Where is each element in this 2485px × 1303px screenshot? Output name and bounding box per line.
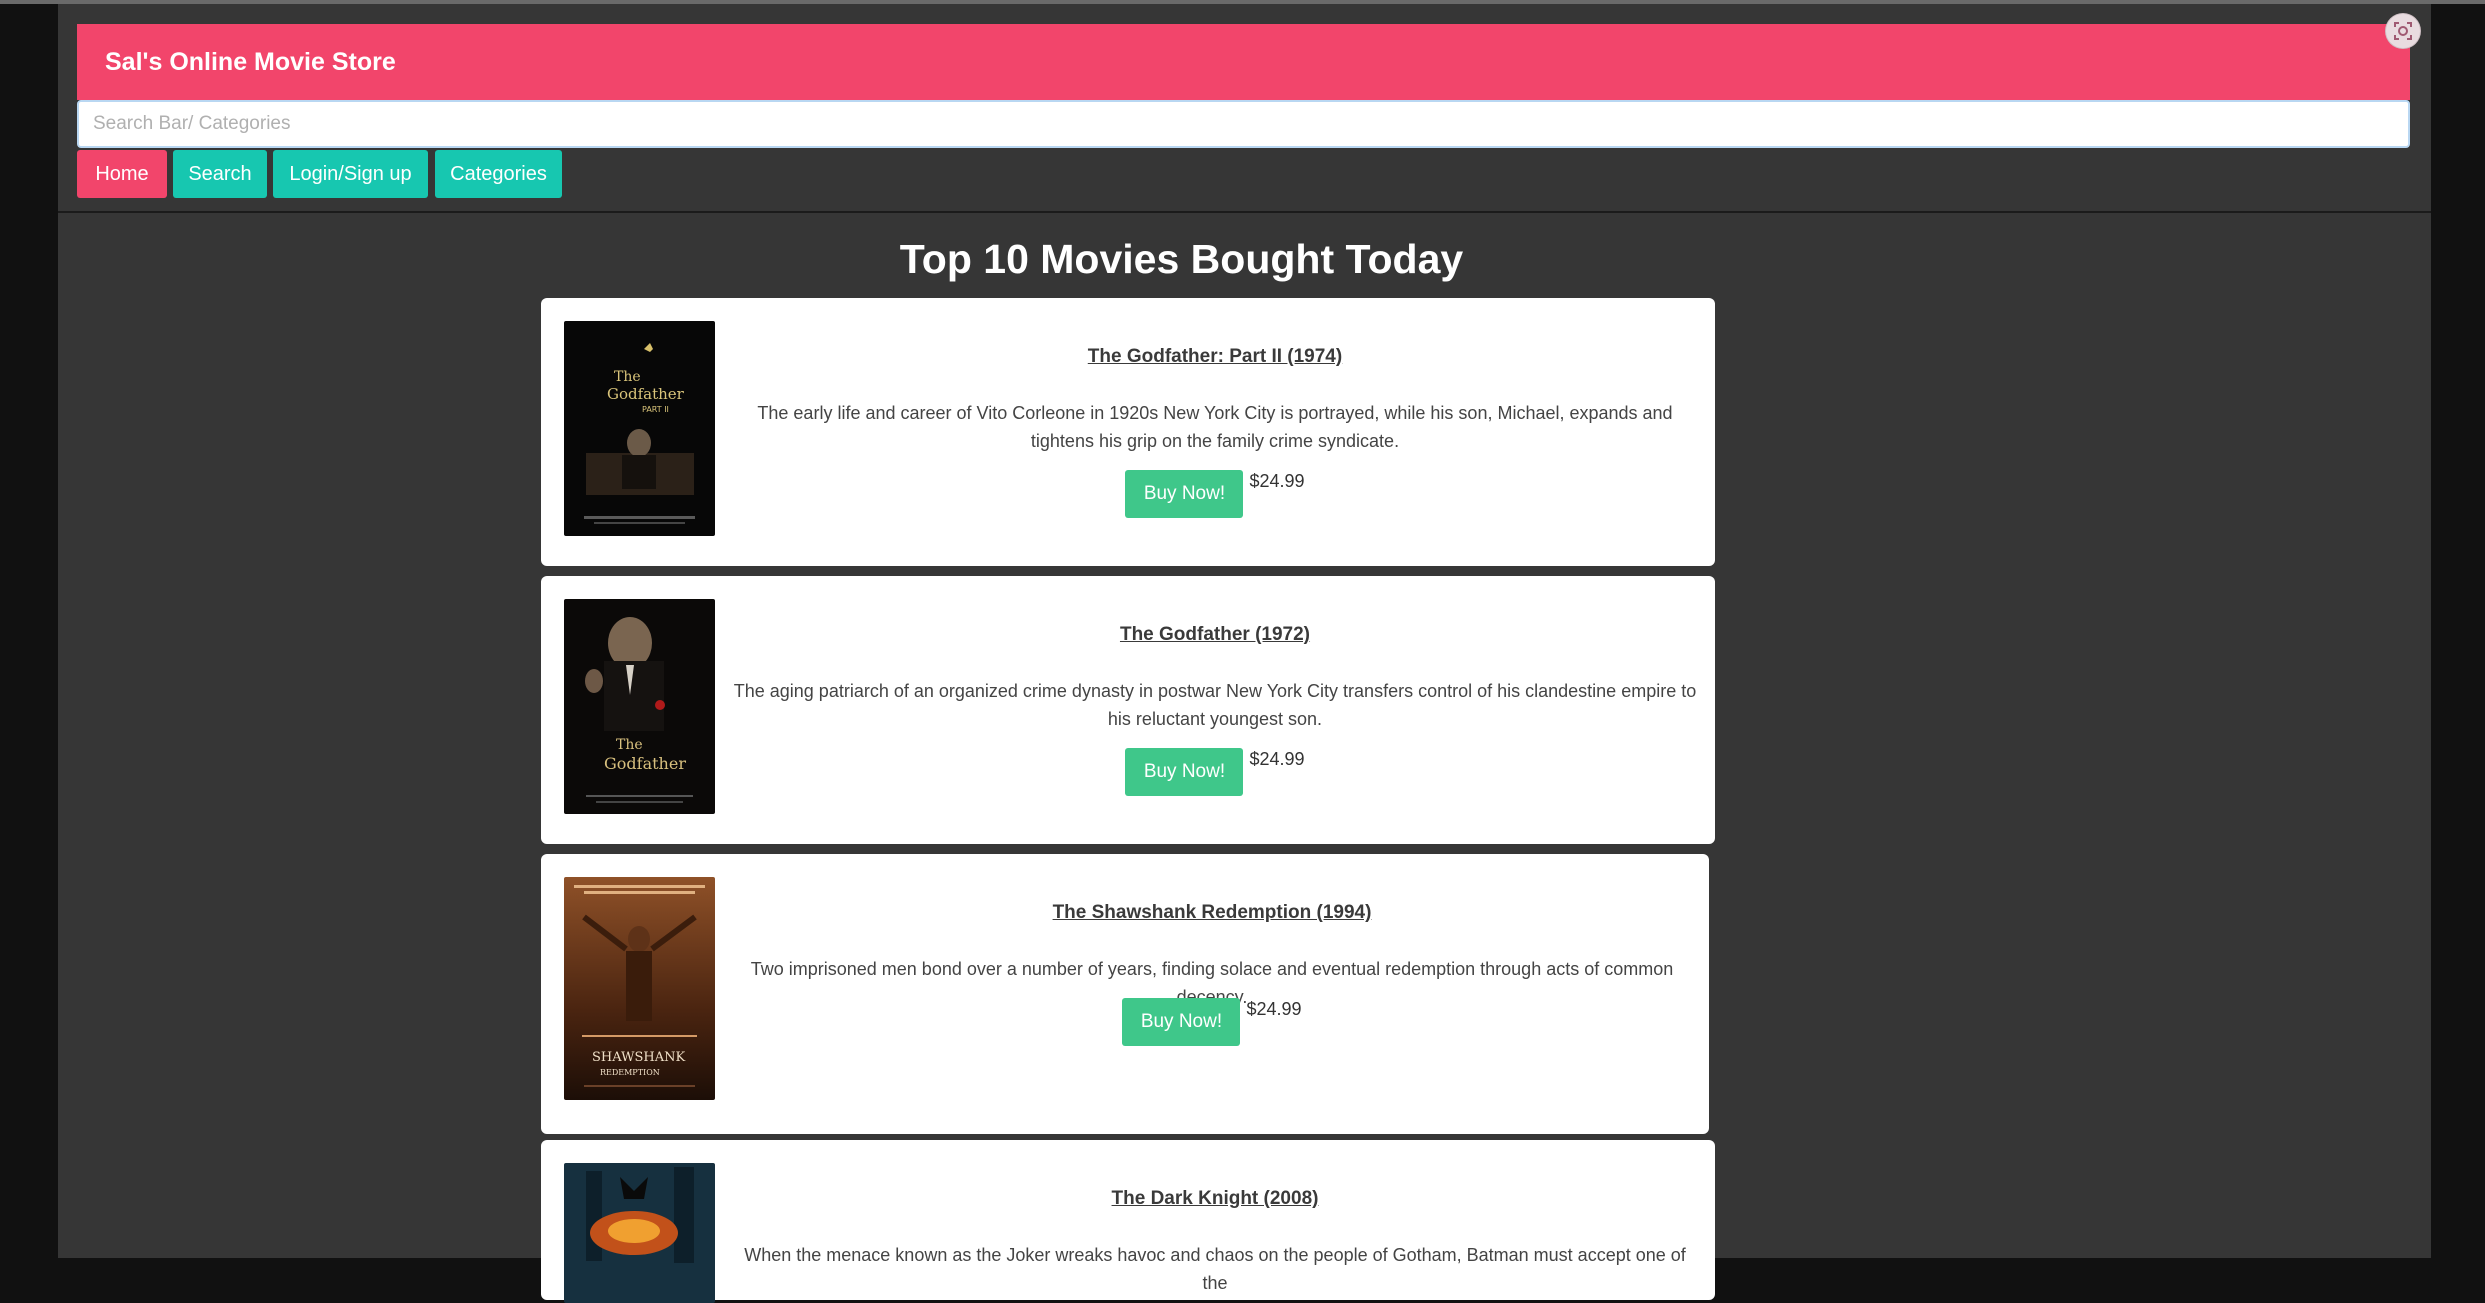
scan-icon[interactable] bbox=[2386, 14, 2420, 48]
movie-price: $24.99 bbox=[1249, 471, 1305, 491]
buy-now-button[interactable]: Buy Now! bbox=[1125, 470, 1244, 518]
buy-now-button[interactable]: Buy Now! bbox=[1122, 998, 1241, 1046]
movie-poster[interactable]: SHAWSHANK REDEMPTION bbox=[564, 877, 715, 1100]
categories-button[interactable]: Categories bbox=[435, 150, 562, 198]
movie-price: $24.99 bbox=[1246, 999, 1302, 1019]
home-button[interactable]: Home bbox=[77, 150, 167, 198]
poster-text: PART II bbox=[642, 405, 669, 414]
poster-text: Godfather bbox=[607, 385, 685, 403]
movie-poster[interactable]: The Godfather PART II bbox=[564, 321, 715, 536]
buy-row: Buy Now!$24.99 bbox=[731, 748, 1699, 796]
godfather-2-poster-image: The Godfather PART II bbox=[564, 321, 715, 536]
poster-text: Godfather bbox=[604, 754, 686, 773]
buy-now-button[interactable]: Buy Now! bbox=[1125, 748, 1244, 796]
movie-title-link[interactable]: The Godfather: Part II (1974) bbox=[731, 346, 1699, 368]
dark-knight-poster-image bbox=[564, 1163, 715, 1303]
movie-card: The Dark Knight (2008) When the menace k… bbox=[541, 1140, 1715, 1303]
page: Sal's Online Movie Store Home Search Log… bbox=[58, 4, 2431, 1303]
movie-title-link[interactable]: The Shawshank Redemption (1994) bbox=[731, 902, 1693, 924]
site-title: Sal's Online Movie Store bbox=[105, 48, 396, 76]
site-header: Sal's Online Movie Store bbox=[77, 24, 2410, 100]
movie-title-link[interactable]: The Godfather (1972) bbox=[731, 624, 1699, 646]
movie-price: $24.99 bbox=[1249, 749, 1305, 769]
poster-text: SHAWSHANK bbox=[592, 1050, 685, 1065]
shawshank-poster-image: SHAWSHANK REDEMPTION bbox=[564, 877, 715, 1100]
movie-title-link[interactable]: The Dark Knight (2008) bbox=[731, 1188, 1699, 1210]
movie-description: The aging patriarch of an organized crim… bbox=[733, 681, 1697, 729]
buy-row: Buy Now!$24.99 bbox=[731, 470, 1699, 518]
godfather-poster-image: The Godfather bbox=[564, 599, 715, 814]
movie-card: The Godfather The Godfather (1972) The a… bbox=[541, 576, 1715, 844]
movie-description: When the menace known as the Joker wreak… bbox=[744, 1245, 1686, 1293]
movie-description: The early life and career of Vito Corleo… bbox=[757, 403, 1673, 451]
login-signup-button[interactable]: Login/Sign up bbox=[273, 150, 428, 198]
movie-card: The Godfather PART II The Godfather: Par… bbox=[541, 298, 1715, 566]
search-button[interactable]: Search bbox=[173, 150, 267, 198]
movie-card: SHAWSHANK REDEMPTION The Shawshank Redem… bbox=[541, 854, 1709, 1134]
movie-poster[interactable] bbox=[564, 1163, 715, 1303]
poster-text: The bbox=[616, 737, 643, 753]
page-title: Top 10 Movies Bought Today bbox=[899, 236, 1464, 282]
poster-text: REDEMPTION bbox=[600, 1068, 660, 1077]
header-divider bbox=[58, 211, 2431, 213]
movie-poster[interactable]: The Godfather bbox=[564, 599, 715, 814]
buy-row: Buy Now!$24.99 bbox=[731, 998, 1693, 1046]
search-input[interactable] bbox=[77, 100, 2410, 148]
poster-text: The bbox=[614, 369, 641, 385]
